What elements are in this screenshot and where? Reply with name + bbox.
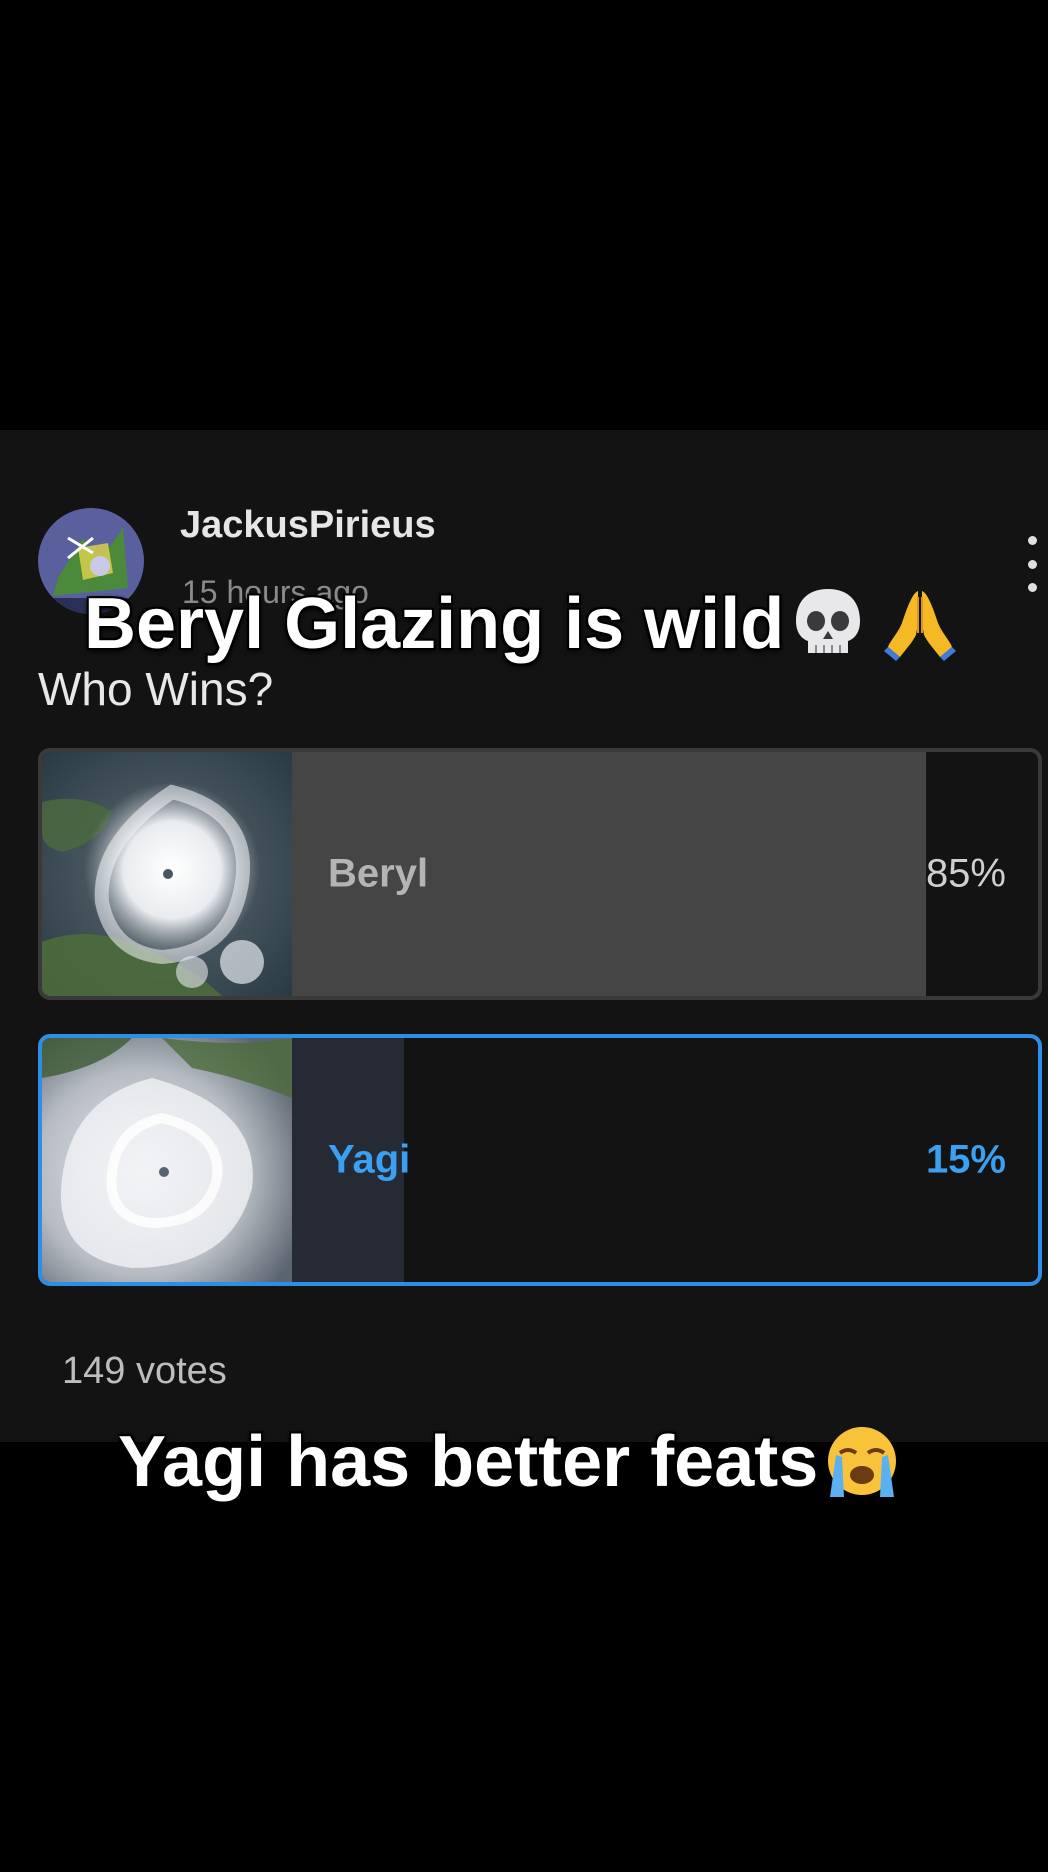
hurricane-beryl-image (42, 752, 292, 996)
poll-option-label-yagi: Yagi (328, 1137, 411, 1182)
overlay-caption-bottom: Yagi has better feats (0, 1426, 1048, 1507)
poll-option-yagi[interactable]: Yagi 15% (38, 1034, 1042, 1286)
poll-vote-count: 149 votes (62, 1350, 227, 1392)
folded-hands-emoji-icon (880, 583, 960, 663)
poll-option-percent-beryl: 85% (925, 851, 1006, 896)
poll-option-beryl[interactable]: Beryl 85% (38, 748, 1042, 1000)
loudly-crying-face-emoji-icon (822, 1421, 902, 1501)
author-username[interactable]: JackusPirieus (180, 504, 436, 547)
poll-post-card: JackusPirieus 15 hours ago Who Wins? Ber… (0, 430, 1048, 1442)
poll-option-percent-yagi: 15% (925, 1137, 1006, 1182)
poll-question: Who Wins? (38, 663, 274, 715)
typhoon-yagi-image (42, 1038, 292, 1282)
more-vertical-icon[interactable] (1020, 536, 1044, 592)
skull-emoji-icon (788, 583, 868, 663)
overlay-caption-bottom-text: Yagi has better feats (118, 1422, 819, 1502)
overlay-caption-top: Beryl Glazing is wild (0, 588, 1048, 669)
overlay-caption-top-text: Beryl Glazing is wild (84, 584, 785, 664)
poll-option-label-beryl: Beryl (328, 851, 429, 896)
